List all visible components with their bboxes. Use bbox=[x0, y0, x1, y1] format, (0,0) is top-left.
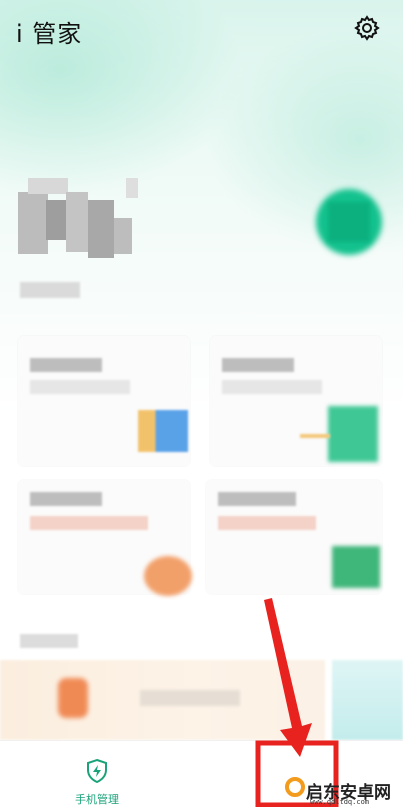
feature-card-1[interactable] bbox=[18, 336, 190, 466]
feature-card-3[interactable] bbox=[18, 480, 192, 596]
watermark-url: www.qdltdq.com bbox=[310, 798, 370, 806]
score-display bbox=[18, 178, 138, 268]
gear-icon[interactable] bbox=[353, 14, 381, 42]
tab-phone-management[interactable]: 手机管理 bbox=[55, 741, 139, 808]
feature-card-2[interactable] bbox=[210, 336, 382, 466]
promo-banner-2[interactable] bbox=[332, 660, 403, 740]
shield-bolt-icon bbox=[87, 758, 107, 784]
section-label bbox=[20, 634, 78, 648]
header: i 管家 bbox=[0, 0, 403, 60]
promo-banner[interactable] bbox=[0, 660, 325, 740]
feature-card-4[interactable] bbox=[206, 480, 382, 594]
tab-phone-management-label: 手机管理 bbox=[75, 793, 119, 806]
score-subtext bbox=[20, 282, 80, 298]
watermark-logo bbox=[285, 777, 305, 797]
health-ring-center bbox=[328, 202, 370, 242]
app-title: i 管家 bbox=[16, 20, 83, 48]
